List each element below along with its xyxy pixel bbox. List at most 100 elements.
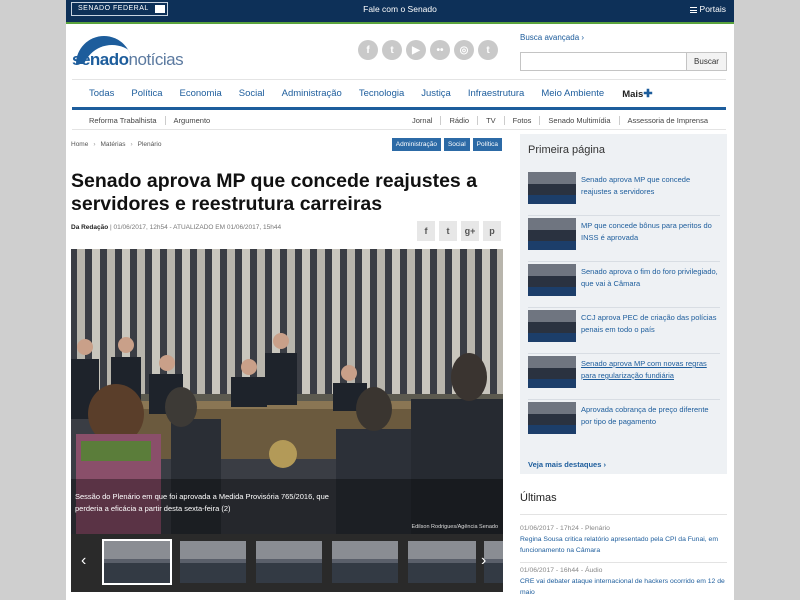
item-divider xyxy=(528,261,720,262)
twitter-icon[interactable]: t xyxy=(382,40,402,60)
sub-navigation: Reforma Trabalhista Argumento Jornal Rádio… xyxy=(72,111,726,129)
sidebar-news-item[interactable]: Senado aprova o fim do foro privilegiado… xyxy=(528,264,720,308)
gallery-thumbnail[interactable] xyxy=(102,539,172,585)
subnav-link[interactable]: Jornal xyxy=(412,116,432,125)
top-bar: SENADO FEDERAL Fale com o Senado Portais xyxy=(66,0,734,22)
main-navigation: Todas Política Economia Social Administração… xyxy=(72,79,726,107)
busca-avancada-link[interactable]: Busca avançada › xyxy=(520,33,584,42)
search-button[interactable]: Buscar xyxy=(687,52,727,71)
logo-bold: senado xyxy=(72,50,129,69)
sub-navigation-right: Jornal Rádio TV Fotos Senado Multimídia Asses… xyxy=(412,116,708,125)
menu-icon xyxy=(689,7,697,13)
sidebar-news-item[interactable]: Senado aprova MP que concede reajustes a… xyxy=(528,172,720,216)
subnav-link[interactable]: Fotos xyxy=(503,116,532,125)
gallery-thumbnail[interactable] xyxy=(484,541,503,583)
ultimas-divider xyxy=(520,514,727,515)
portais-menu[interactable]: Portais xyxy=(689,4,726,14)
photo-credit: Edilson Rodrigues/Agência Senado xyxy=(411,524,498,530)
thumbnail-wall xyxy=(528,172,576,184)
nav-more-menu[interactable]: Mais✚ xyxy=(622,87,652,100)
news-thumbnail xyxy=(528,172,576,204)
item-divider xyxy=(528,307,720,308)
facebook-share-icon[interactable]: f xyxy=(417,221,435,241)
article-tag[interactable]: Administração xyxy=(391,138,441,151)
pinterest-share-icon[interactable]: p xyxy=(483,221,501,241)
article-tag[interactable]: Política xyxy=(472,138,502,151)
nav-item-politica[interactable]: Política xyxy=(131,88,162,99)
social-links: f t ▶ •• ◎ t xyxy=(358,40,498,60)
news-thumbnail xyxy=(528,264,576,296)
news-headline[interactable]: Senado aprova o fim do foro privilegiado… xyxy=(581,266,721,290)
ultimas-meta: 01/06/2017 - 16h44 - Áudio xyxy=(520,567,603,574)
senado-noticias-logo[interactable]: senadonotícias xyxy=(72,36,202,69)
news-headline[interactable]: Senado aprova MP com novas regras para r… xyxy=(581,358,721,382)
youtube-icon[interactable]: ▶ xyxy=(406,40,426,60)
article-title: Senado aprova MP que concede reajustes a… xyxy=(71,170,478,215)
nav-item-meio-ambiente[interactable]: Meio Ambiente xyxy=(541,88,604,99)
article-photo[interactable]: Sessão do Plenário em que foi aprovada a… xyxy=(71,249,503,534)
gallery-prev-icon[interactable]: ‹ xyxy=(81,552,86,570)
page: SENADO FEDERAL Fale com o Senado Portais… xyxy=(66,0,734,600)
news-thumbnail xyxy=(528,402,576,434)
article-tags: Administração Social Política xyxy=(391,138,502,151)
nav-item-tecnologia[interactable]: Tecnologia xyxy=(359,88,404,99)
subnav-link[interactable]: Rádio xyxy=(440,116,470,125)
sidebar-news-item[interactable]: Senado aprova MP com novas regras para r… xyxy=(528,356,720,400)
photo-gallery: ‹ › xyxy=(71,534,503,592)
ultimas-item[interactable]: 01/06/2017 - 17h24 - Plenário Regina Sous… xyxy=(520,523,727,556)
flickr-icon[interactable]: •• xyxy=(430,40,450,60)
subnav-link[interactable]: Argumento xyxy=(164,116,211,125)
ultimas-headline[interactable]: Regina Sousa critica relatório apresenta… xyxy=(520,534,727,556)
nav-item-justica[interactable]: Justiça xyxy=(421,88,451,99)
facebook-icon[interactable]: f xyxy=(358,40,378,60)
subnav-link[interactable]: Reforma Trabalhista xyxy=(89,116,157,125)
twitter-share-icon[interactable]: t xyxy=(439,221,457,241)
nav-item-infraestrutura[interactable]: Infraestrutura xyxy=(468,88,525,99)
thumbnail-wall xyxy=(528,218,576,230)
nav-item-social[interactable]: Social xyxy=(239,88,265,99)
sidebar-news-item[interactable]: MP que concede bônus para peritos do INS… xyxy=(528,218,720,262)
portais-label: Portais xyxy=(699,4,726,14)
gallery-thumbnail[interactable] xyxy=(408,541,476,583)
sidebar-heading: Primeira página xyxy=(528,144,606,156)
instagram-icon[interactable]: ◎ xyxy=(454,40,474,60)
ultimas-item[interactable]: 01/06/2017 - 16h44 - Áudio CRE vai debate… xyxy=(520,565,727,598)
breadcrumb-item[interactable]: Matérias xyxy=(101,141,126,148)
breadcrumb-item[interactable]: Plenário xyxy=(138,141,162,148)
breadcrumb-item[interactable]: Home xyxy=(71,141,88,148)
news-thumbnail xyxy=(528,310,576,342)
sub-navigation-divider xyxy=(72,129,726,130)
nav-item-administracao[interactable]: Administração xyxy=(282,88,342,99)
gallery-thumbnail[interactable] xyxy=(180,541,246,583)
sidebar-news-item[interactable]: CCJ aprova PEC de criação das polícias p… xyxy=(528,310,720,354)
subnav-link[interactable]: TV xyxy=(477,116,496,125)
google-plus-share-icon[interactable]: g+ xyxy=(461,221,479,241)
news-headline[interactable]: MP que concede bônus para peritos do INS… xyxy=(581,220,721,244)
ultimas-divider xyxy=(520,562,727,563)
news-thumbnail xyxy=(528,356,576,388)
item-divider xyxy=(528,353,720,354)
news-thumbnail xyxy=(528,218,576,250)
plus-icon: ✚ xyxy=(643,88,653,100)
subnav-link[interactable]: Assessoria de Imprensa xyxy=(618,116,708,125)
subnav-link[interactable]: Senado Multimídia xyxy=(539,116,611,125)
gallery-next-icon[interactable]: › xyxy=(481,552,486,570)
nav-item-todas[interactable]: Todas xyxy=(89,88,114,99)
veja-mais-destaques-link[interactable]: Veja mais destaques › xyxy=(528,460,606,469)
thumbnail-seats xyxy=(528,333,576,342)
sidebar-news-item[interactable]: Aprovada cobrança de preço diferente por… xyxy=(528,402,720,446)
gallery-thumbnail[interactable] xyxy=(256,541,322,583)
nav-item-economia[interactable]: Economia xyxy=(180,88,222,99)
news-headline[interactable]: Senado aprova MP que concede reajustes a… xyxy=(581,174,721,198)
tumblr-icon[interactable]: t xyxy=(478,40,498,60)
gallery-thumbnail[interactable] xyxy=(332,541,398,583)
article-tag[interactable]: Social xyxy=(443,138,470,151)
fale-com-o-senado-link[interactable]: Fale com o Senado xyxy=(66,4,734,14)
ultimas-headline[interactable]: CRE vai debater ataque internacional de … xyxy=(520,576,727,598)
search-input[interactable] xyxy=(520,52,687,71)
news-headline[interactable]: CCJ aprova PEC de criação das polícias p… xyxy=(581,312,721,336)
nav-more-label: Mais xyxy=(622,89,644,100)
news-headline[interactable]: Aprovada cobrança de preço diferente por… xyxy=(581,404,721,428)
thumbnail-wall xyxy=(528,310,576,322)
thumbnail-seats xyxy=(528,379,576,388)
